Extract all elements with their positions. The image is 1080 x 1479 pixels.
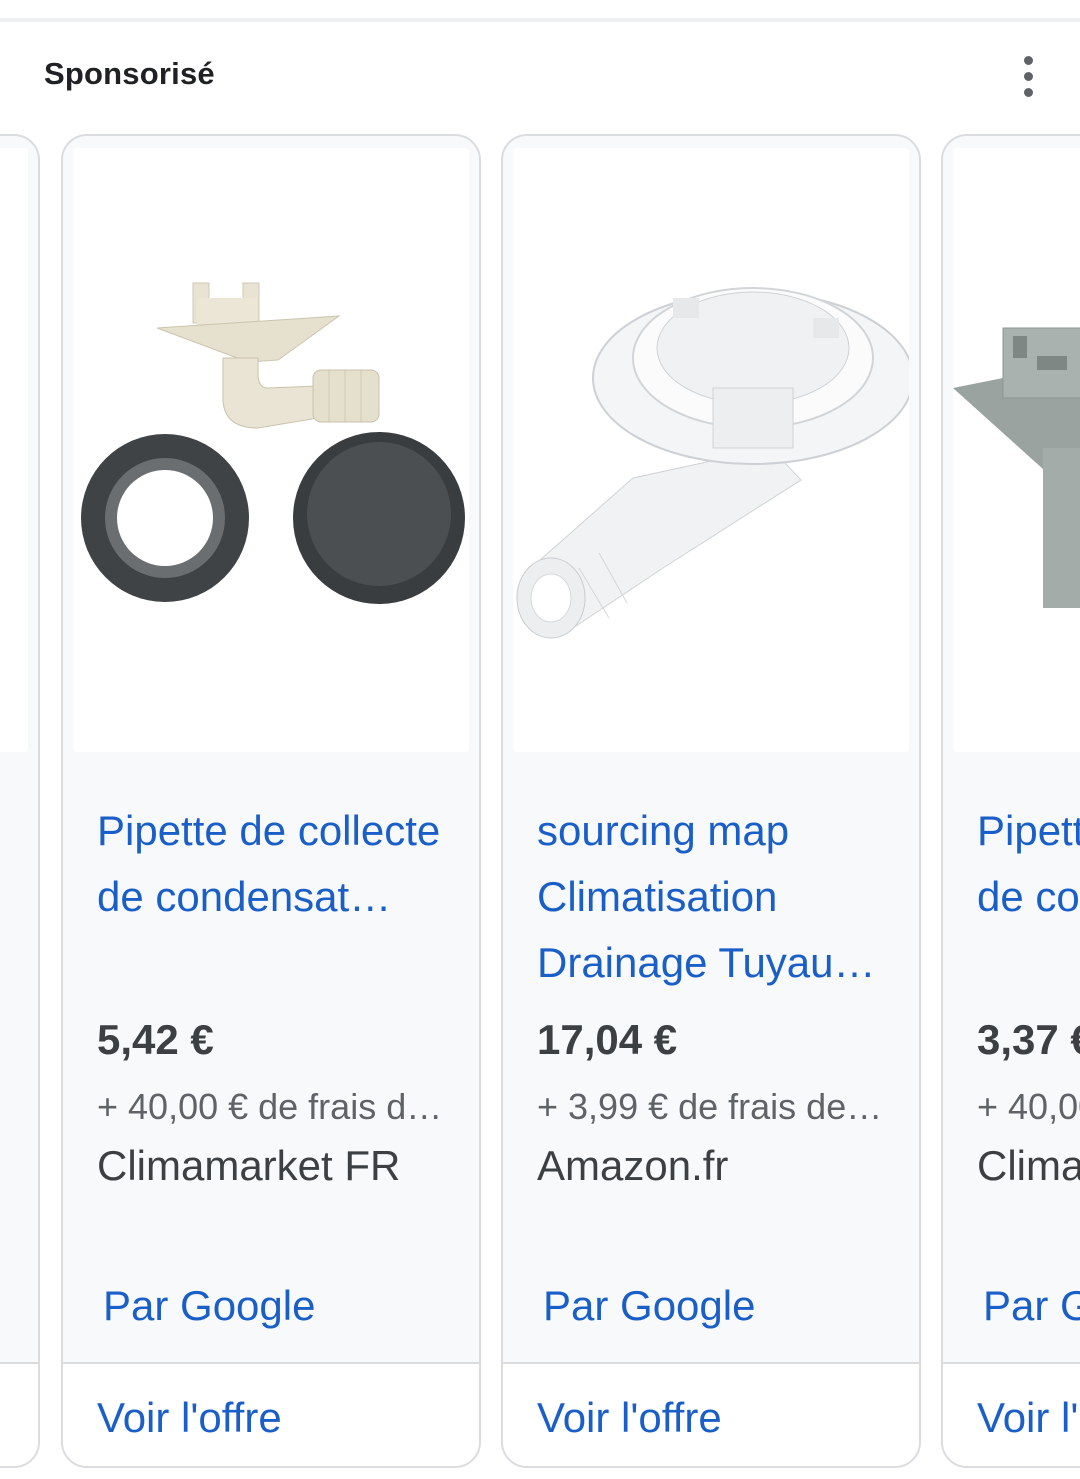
product-card[interactable]: sourcing map Climatisation Drainage Tuya… [501,134,921,1468]
product-title-link[interactable]: Pipette de collecte de condensat… [97,798,457,930]
merchant-name: Climamarket FR [97,1142,401,1189]
section-divider [0,0,1080,22]
product-card[interactable]: Pipette de collecte de condensat… 3,37 €… [941,134,1080,1468]
card-footer: Voir l'offre [63,1362,479,1466]
sponsored-label: Sponsorisé [44,56,215,91]
shipping-cost: + 3,99 € de frais de… [537,1086,883,1127]
product-card[interactable]: Pipette de collecte de condensat… 5,42 €… [61,134,481,1468]
card-footer [0,1362,38,1466]
product-image[interactable] [73,148,469,752]
sponsored-header: Sponsorisé [0,26,1080,134]
shipping-cost: + 40,00 € de frais d… [97,1086,443,1127]
drain-hose-connector-image [516,287,909,639]
product-carousel[interactable]: Pipette de collecte de condensat… 5,42 €… [0,134,1080,1479]
product-price: 17,04 € [537,1016,678,1063]
product-price: 5,42 € [97,1016,214,1063]
view-offer-link[interactable]: Voir l'offre [537,1394,722,1442]
product-title-link[interactable]: sourcing map Climatisation Drainage Tuya… [537,798,897,996]
card-footer: Voir l'offre [943,1362,1080,1466]
by-google-link[interactable]: Par Google [543,1282,755,1330]
merchant-name: Climamarket FR [977,1142,1080,1189]
product-image[interactable] [513,148,909,752]
view-offer-link[interactable]: Voir l'offre [977,1394,1080,1442]
card-footer: Voir l'offre [503,1362,919,1466]
condensate-pipette-image [81,282,465,604]
product-image[interactable] [953,148,1080,752]
by-google-link[interactable]: Par Google [103,1282,315,1330]
merchant-name: Amazon.fr [537,1142,729,1189]
product-image [0,148,28,752]
product-price: 3,37 € [977,1016,1080,1063]
product-card-previous[interactable] [0,134,40,1468]
product-title-link[interactable]: Pipette de collecte de condensat… [977,798,1080,930]
by-google-link[interactable]: Par Google [983,1282,1080,1330]
view-offer-link[interactable]: Voir l'offre [97,1394,282,1442]
more-vert-icon[interactable] [1008,52,1050,108]
shipping-cost: + 40,00 € de frais d… [977,1086,1080,1127]
grey-pipette-image [953,327,1080,608]
